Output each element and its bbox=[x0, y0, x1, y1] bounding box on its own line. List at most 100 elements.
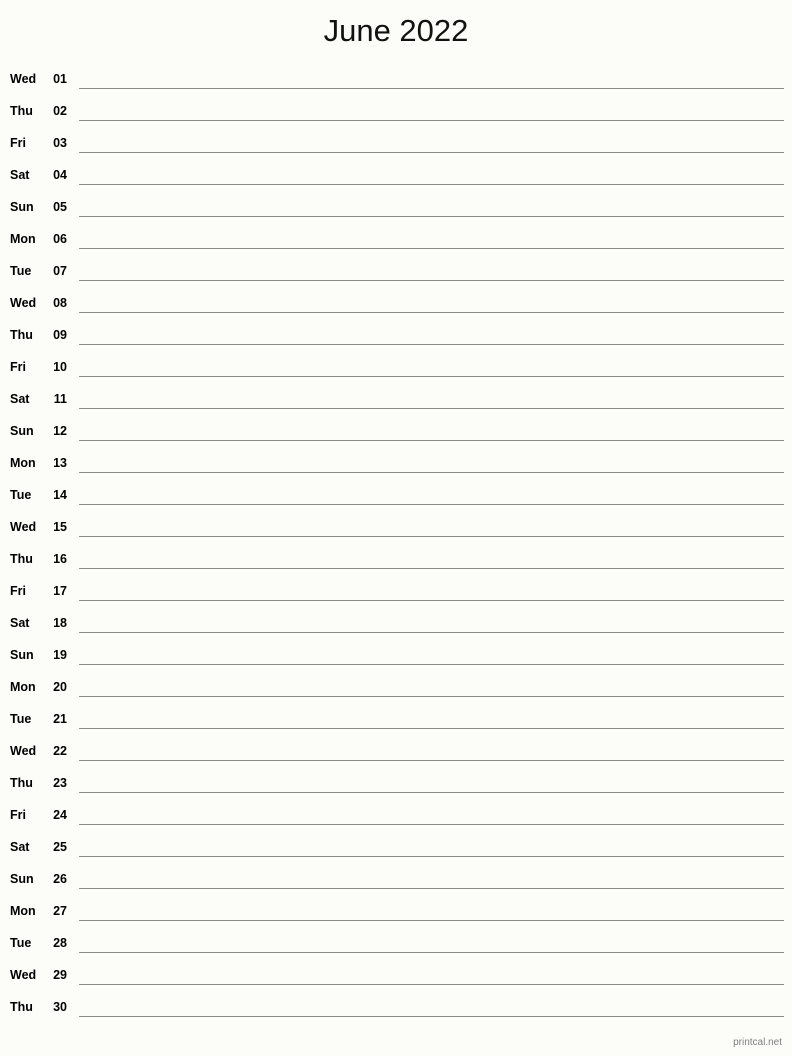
day-date-number: 30 bbox=[53, 1000, 67, 1014]
day-writing-line[interactable] bbox=[79, 632, 784, 633]
day-date-number: 27 bbox=[53, 904, 67, 918]
day-weekday-label: Fri bbox=[10, 808, 26, 822]
day-writing-line[interactable] bbox=[79, 312, 784, 313]
day-date-number: 20 bbox=[53, 680, 67, 694]
day-writing-line[interactable] bbox=[79, 408, 784, 409]
day-writing-line[interactable] bbox=[79, 1016, 784, 1017]
day-weekday-label: Mon bbox=[10, 456, 36, 470]
day-weekday-label: Thu bbox=[10, 104, 33, 118]
day-weekday-label: Thu bbox=[10, 328, 33, 342]
day-row: Sun 05 bbox=[0, 193, 792, 225]
day-row: Sat 25 bbox=[0, 833, 792, 865]
day-writing-line[interactable] bbox=[79, 344, 784, 345]
day-row: Sun 12 bbox=[0, 417, 792, 449]
day-date-number: 21 bbox=[53, 712, 67, 726]
day-writing-line[interactable] bbox=[79, 216, 784, 217]
day-row: Sat 18 bbox=[0, 609, 792, 641]
day-weekday-label: Sat bbox=[10, 616, 30, 630]
day-row: Wed 01 bbox=[0, 65, 792, 97]
day-date-number: 29 bbox=[53, 968, 67, 982]
day-writing-line[interactable] bbox=[79, 152, 784, 153]
day-writing-line[interactable] bbox=[79, 120, 784, 121]
day-date-number: 14 bbox=[53, 488, 67, 502]
day-writing-line[interactable] bbox=[79, 888, 784, 889]
day-weekday-label: Sat bbox=[10, 392, 30, 406]
page-title: June 2022 bbox=[323, 13, 469, 48]
day-row: Thu 02 bbox=[0, 97, 792, 129]
day-date-number: 10 bbox=[53, 360, 67, 374]
day-date-number: 01 bbox=[53, 72, 67, 86]
day-writing-line[interactable] bbox=[79, 792, 784, 793]
day-date-number: 04 bbox=[53, 168, 67, 182]
day-weekday-label: Thu bbox=[10, 776, 33, 790]
day-writing-line[interactable] bbox=[79, 984, 784, 985]
day-weekday-label: Wed bbox=[10, 296, 37, 310]
day-writing-line[interactable] bbox=[79, 536, 784, 537]
day-date-number: 28 bbox=[53, 936, 67, 950]
day-row: Mon 06 bbox=[0, 225, 792, 257]
day-date-number: 18 bbox=[53, 616, 67, 630]
day-row: Thu 23 bbox=[0, 769, 792, 801]
day-row: Wed 22 bbox=[0, 737, 792, 769]
day-writing-line[interactable] bbox=[79, 568, 784, 569]
day-writing-line[interactable] bbox=[79, 696, 784, 697]
day-writing-line[interactable] bbox=[79, 248, 784, 249]
day-writing-line[interactable] bbox=[79, 88, 784, 89]
day-row: Thu 09 bbox=[0, 321, 792, 353]
day-date-number: 22 bbox=[53, 744, 67, 758]
day-date-number: 16 bbox=[53, 552, 67, 566]
day-row: Fri 10 bbox=[0, 353, 792, 385]
day-writing-line[interactable] bbox=[79, 760, 784, 761]
day-row: Fri 17 bbox=[0, 577, 792, 609]
day-rows-list: Wed 01 Thu 02 Fri 03 Sat 04 Sun 05 Mon 06 Tue 07 Wed 08… bbox=[0, 65, 792, 1025]
day-weekday-label: Sat bbox=[10, 168, 30, 182]
day-writing-line[interactable] bbox=[79, 376, 784, 377]
day-row: Tue 14 bbox=[0, 481, 792, 513]
day-date-number: 23 bbox=[53, 776, 67, 790]
day-date-number: 02 bbox=[53, 104, 67, 118]
day-date-number: 25 bbox=[53, 840, 67, 854]
day-row: Sun 19 bbox=[0, 641, 792, 673]
day-weekday-label: Sun bbox=[10, 424, 34, 438]
day-writing-line[interactable] bbox=[79, 824, 784, 825]
day-writing-line[interactable] bbox=[79, 504, 784, 505]
day-writing-line[interactable] bbox=[79, 280, 784, 281]
day-row: Thu 30 bbox=[0, 993, 792, 1025]
day-weekday-label: Fri bbox=[10, 136, 26, 150]
day-date-number: 03 bbox=[53, 136, 67, 150]
day-date-number: 26 bbox=[53, 872, 67, 886]
day-row: Wed 15 bbox=[0, 513, 792, 545]
day-writing-line[interactable] bbox=[79, 728, 784, 729]
day-writing-line[interactable] bbox=[79, 664, 784, 665]
day-writing-line[interactable] bbox=[79, 600, 784, 601]
day-row: Thu 16 bbox=[0, 545, 792, 577]
day-row: Mon 20 bbox=[0, 673, 792, 705]
calendar-page: June 2022 Wed 01 Thu 02 Fri 03 Sat 04 Sun 05 Mon 06… bbox=[0, 0, 792, 1056]
day-row: Wed 29 bbox=[0, 961, 792, 993]
day-row: Mon 13 bbox=[0, 449, 792, 481]
day-row: Sat 11 bbox=[0, 385, 792, 417]
day-date-number: 09 bbox=[53, 328, 67, 342]
day-weekday-label: Mon bbox=[10, 680, 36, 694]
day-weekday-label: Tue bbox=[10, 936, 32, 950]
day-weekday-label: Wed bbox=[10, 72, 37, 86]
day-writing-line[interactable] bbox=[79, 440, 784, 441]
day-weekday-label: Mon bbox=[10, 232, 36, 246]
day-weekday-label: Thu bbox=[10, 1000, 33, 1014]
day-writing-line[interactable] bbox=[79, 472, 784, 473]
day-weekday-label: Mon bbox=[10, 904, 36, 918]
day-writing-line[interactable] bbox=[79, 920, 784, 921]
day-weekday-label: Fri bbox=[10, 360, 26, 374]
day-row: Sun 26 bbox=[0, 865, 792, 897]
day-date-number: 05 bbox=[53, 200, 67, 214]
day-date-number: 13 bbox=[53, 456, 67, 470]
day-weekday-label: Thu bbox=[10, 552, 33, 566]
day-date-number: 15 bbox=[53, 520, 67, 534]
day-row: Wed 08 bbox=[0, 289, 792, 321]
day-writing-line[interactable] bbox=[79, 952, 784, 953]
day-date-number: 12 bbox=[53, 424, 67, 438]
day-writing-line[interactable] bbox=[79, 856, 784, 857]
day-row: Sat 04 bbox=[0, 161, 792, 193]
day-weekday-label: Wed bbox=[10, 744, 37, 758]
day-writing-line[interactable] bbox=[79, 184, 784, 185]
